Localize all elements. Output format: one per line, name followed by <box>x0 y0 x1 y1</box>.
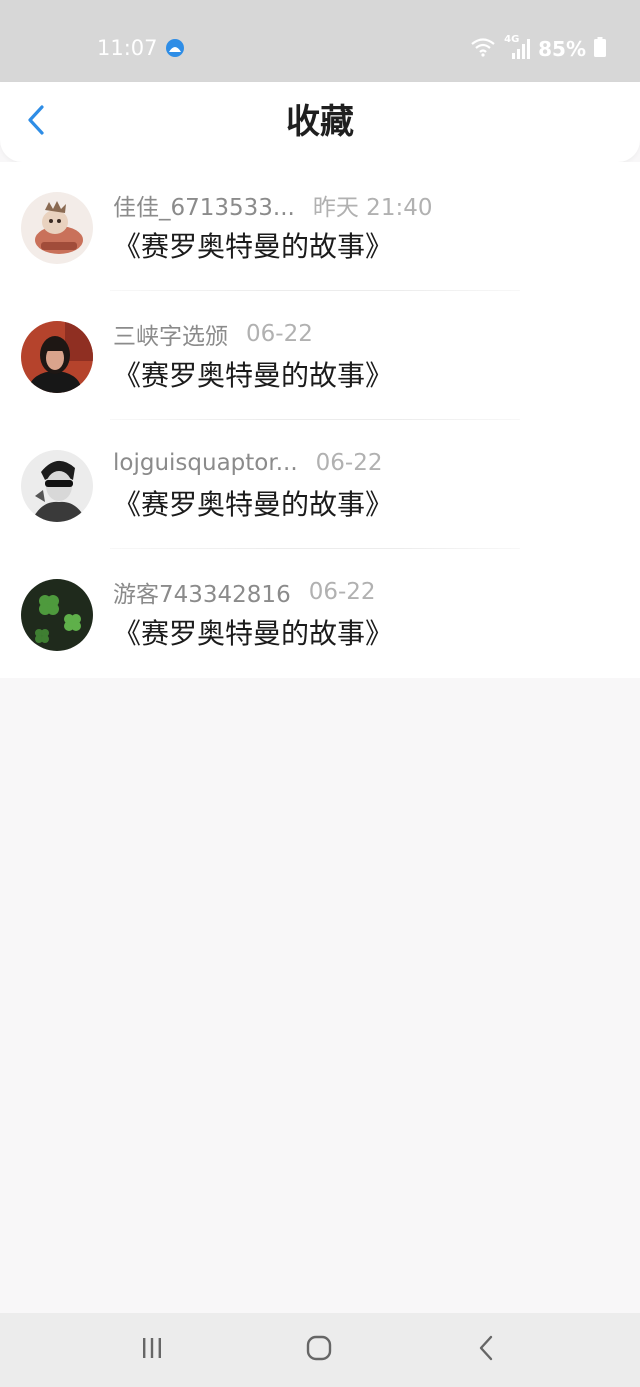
back-icon <box>476 1334 496 1366</box>
timestamp: 06-22 <box>315 450 383 476</box>
favorite-item[interactable]: 佳佳_6713533... 昨天 21:40 《赛罗奥特曼的故事》 <box>0 162 640 291</box>
page-title: 收藏 <box>286 102 354 142</box>
battery-percent: 85% <box>538 37 586 61</box>
story-title[interactable]: 《赛罗奥特曼的故事》 <box>113 487 393 523</box>
username[interactable]: 游客743342816 <box>113 575 291 609</box>
favorite-item[interactable]: 三峡字选颁 06-22 《赛罗奥特曼的故事》 <box>0 291 640 420</box>
item-meta: 三峡字选颁 06-22 <box>113 318 313 350</box>
notification-app-icon <box>165 38 185 58</box>
home-icon <box>305 1334 333 1366</box>
status-time: 11:07 <box>97 36 158 60</box>
status-indicators: 4G 85% <box>470 34 606 64</box>
recent-apps-button[interactable] <box>132 1330 172 1370</box>
avatar[interactable] <box>21 579 93 651</box>
timestamp: 06-22 <box>308 579 376 605</box>
cellular-signal-icon: 4G <box>504 34 531 60</box>
timestamp: 06-22 <box>246 321 313 347</box>
battery-icon <box>594 37 606 61</box>
username[interactable]: 三峡字选颁 <box>113 317 228 351</box>
avatar[interactable] <box>21 192 93 264</box>
avatar[interactable] <box>21 321 93 393</box>
story-title[interactable]: 《赛罗奥特曼的故事》 <box>113 358 393 394</box>
avatar[interactable] <box>21 450 93 522</box>
story-title[interactable]: 《赛罗奥特曼的故事》 <box>113 616 393 652</box>
wifi-icon <box>470 37 496 61</box>
story-title[interactable]: 《赛罗奥特曼的故事》 <box>113 229 393 265</box>
system-nav-bar <box>0 1313 640 1387</box>
favorite-item[interactable]: 游客743342816 06-22 《赛罗奥特曼的故事》 <box>0 549 640 678</box>
item-meta: lojguisquaptor... 06-22 <box>113 447 382 479</box>
favorite-item[interactable]: lojguisquaptor... 06-22 《赛罗奥特曼的故事》 <box>0 420 640 549</box>
item-meta: 游客743342816 06-22 <box>113 576 376 608</box>
username[interactable]: 佳佳_6713533... <box>113 188 295 222</box>
favorites-list: 佳佳_6713533... 昨天 21:40 《赛罗奥特曼的故事》 三峡字选颁 … <box>0 162 640 678</box>
recent-apps-icon <box>140 1336 164 1364</box>
status-bar: 11:07 4G 85% <box>0 0 640 82</box>
header: 收藏 <box>0 82 640 162</box>
home-button[interactable] <box>299 1330 339 1370</box>
back-nav-button[interactable] <box>466 1330 506 1370</box>
timestamp: 昨天 21:40 <box>312 195 433 221</box>
item-meta: 佳佳_6713533... 昨天 21:40 <box>113 189 432 221</box>
username[interactable]: lojguisquaptor... <box>113 450 298 476</box>
